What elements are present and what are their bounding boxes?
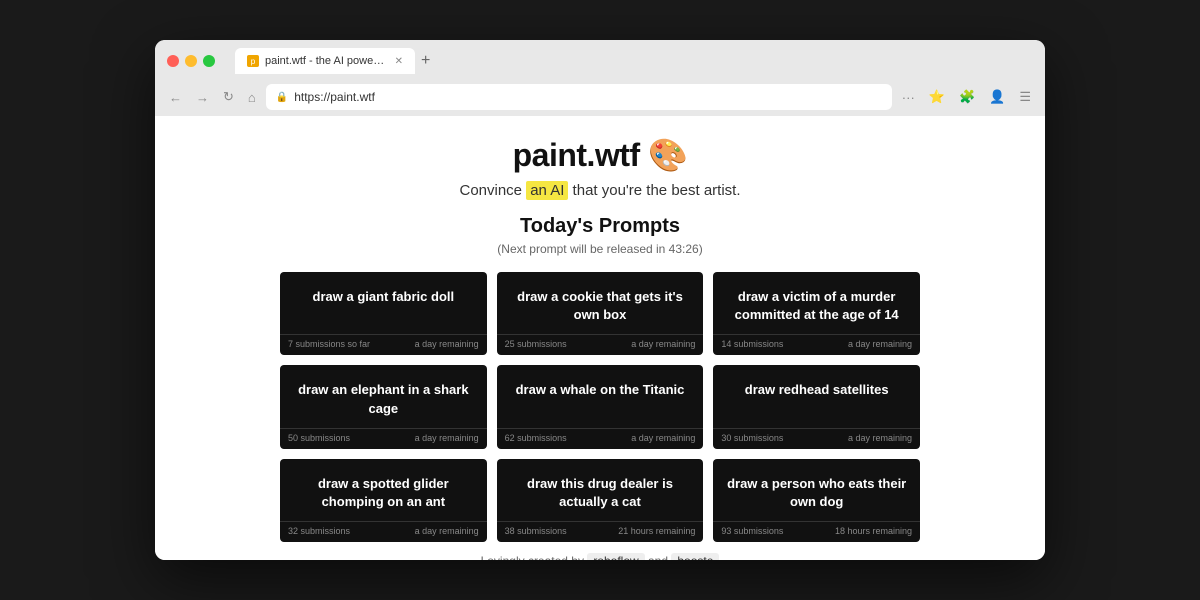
prompt-time: a day remaining xyxy=(415,526,479,536)
tab-favicon: p xyxy=(247,55,259,67)
browser-window: p paint.wtf - the AI powered dra... ✕ + … xyxy=(155,40,1045,560)
prompt-submissions: 25 submissions xyxy=(505,339,567,349)
prompt-card[interactable]: draw an elephant in a shark cage50 submi… xyxy=(280,365,487,448)
prompt-meta: 50 submissions a day remaining xyxy=(280,428,487,449)
prompt-submissions: 30 submissions xyxy=(721,433,783,443)
nav-actions: ··· ⭐ 🧩 👤 ☰ xyxy=(898,87,1035,107)
tab-bar: p paint.wtf - the AI powered dra... ✕ + xyxy=(235,48,1033,74)
prompt-submissions: 50 submissions xyxy=(288,433,350,443)
prompt-card[interactable]: draw redhead satellites 30 submissions a d… xyxy=(713,365,920,448)
prompt-time: a day remaining xyxy=(631,433,695,443)
prompt-text: draw a spotted glider chomping on an ant xyxy=(280,459,487,521)
prompt-text: draw a giant fabric doll xyxy=(280,272,487,334)
prompt-time: 18 hours remaining xyxy=(835,526,912,536)
menu-button[interactable]: ☰ xyxy=(1015,87,1035,107)
page-content: paint.wtf 🎨 Convince an AI that you're t… xyxy=(155,116,1045,560)
url-text: https://paint.wtf xyxy=(294,90,375,104)
prompt-text: draw an elephant in a shark cage xyxy=(280,365,487,427)
footer-text-before: Lovingly created by xyxy=(481,554,588,560)
traffic-lights xyxy=(167,55,215,67)
subtitle-after: that you're the best artist. xyxy=(568,182,740,199)
prompt-meta: 62 submissions a day remaining xyxy=(497,428,704,449)
forward-button[interactable]: → xyxy=(192,88,213,107)
subtitle-highlight: an AI xyxy=(526,181,568,200)
prompt-text: draw redhead satellites xyxy=(713,365,920,427)
title-bar: p paint.wtf - the AI powered dra... ✕ + xyxy=(155,40,1045,80)
reload-button[interactable]: ↻ xyxy=(219,87,238,107)
nav-bar: ← → ↻ ⌂ 🔒 https://paint.wtf ··· ⭐ 🧩 👤 ☰ xyxy=(155,80,1045,116)
profile-button[interactable]: 👤 xyxy=(985,87,1009,107)
prompt-text: draw a cookie that gets it's own box xyxy=(497,272,704,334)
prompt-text: draw this drug dealer is actually a cat xyxy=(497,459,704,521)
footer-text-middle: and xyxy=(645,554,672,560)
back-button[interactable]: ← xyxy=(165,88,186,107)
prompt-meta: 7 submissions so far a day remaining xyxy=(280,334,487,355)
browser-chrome: p paint.wtf - the AI powered dra... ✕ + … xyxy=(155,40,1045,116)
prompts-subtitle: (Next prompt will be released in 43:26) xyxy=(195,242,1005,256)
prompt-meta: 93 submissions 18 hours remaining xyxy=(713,521,920,542)
prompt-time: a day remaining xyxy=(415,339,479,349)
prompt-card[interactable]: draw a cookie that gets it's own box25 s… xyxy=(497,272,704,355)
extensions-button[interactable]: 🧩 xyxy=(955,87,979,107)
prompt-submissions: 38 submissions xyxy=(505,526,567,536)
tab-close-button[interactable]: ✕ xyxy=(395,56,403,67)
site-title: paint.wtf 🎨 xyxy=(195,136,1005,174)
prompt-time: a day remaining xyxy=(631,339,695,349)
prompt-card[interactable]: draw a victim of a murder committed at t… xyxy=(713,272,920,355)
prompt-meta: 30 submissions a day remaining xyxy=(713,428,920,449)
prompt-submissions: 7 submissions so far xyxy=(288,339,370,349)
footer-link-booste[interactable]: booste xyxy=(671,553,719,560)
prompt-text: draw a whale on the Titanic xyxy=(497,365,704,427)
new-tab-button[interactable]: + xyxy=(415,52,436,70)
traffic-light-red[interactable] xyxy=(167,55,179,67)
prompt-submissions: 62 submissions xyxy=(505,433,567,443)
bookmark-button[interactable]: ⭐ xyxy=(925,87,949,107)
prompt-card[interactable]: draw a giant fabric doll7 submissions so… xyxy=(280,272,487,355)
tab-title: paint.wtf - the AI powered dra... xyxy=(265,55,385,67)
prompt-text: draw a person who eats their own dog xyxy=(713,459,920,521)
prompt-time: 21 hours remaining xyxy=(618,526,695,536)
prompts-grid: draw a giant fabric doll7 submissions so… xyxy=(280,272,920,542)
lock-icon: 🔒 xyxy=(276,92,288,103)
prompt-meta: 14 submissions a day remaining xyxy=(713,334,920,355)
prompt-time: a day remaining xyxy=(415,433,479,443)
site-header: paint.wtf 🎨 Convince an AI that you're t… xyxy=(195,136,1005,199)
prompt-text: draw a victim of a murder committed at t… xyxy=(713,272,920,334)
prompt-card[interactable]: draw a spotted glider chomping on an ant… xyxy=(280,459,487,542)
home-button[interactable]: ⌂ xyxy=(244,88,260,107)
subtitle-before: Convince xyxy=(459,182,526,199)
site-subtitle: Convince an AI that you're the best arti… xyxy=(195,182,1005,199)
prompt-card[interactable]: draw a person who eats their own dog93 s… xyxy=(713,459,920,542)
prompt-meta: 32 submissions a day remaining xyxy=(280,521,487,542)
prompts-title: Today's Prompts xyxy=(195,215,1005,238)
active-tab[interactable]: p paint.wtf - the AI powered dra... ✕ xyxy=(235,48,415,74)
prompt-meta: 25 submissions a day remaining xyxy=(497,334,704,355)
prompt-time: a day remaining xyxy=(848,433,912,443)
prompt-submissions: 32 submissions xyxy=(288,526,350,536)
prompt-card[interactable]: draw a whale on the Titanic62 submission… xyxy=(497,365,704,448)
prompt-submissions: 14 submissions xyxy=(721,339,783,349)
more-button[interactable]: ··· xyxy=(898,88,919,107)
prompts-section: Today's Prompts (Next prompt will be rel… xyxy=(195,215,1005,542)
prompt-time: a day remaining xyxy=(848,339,912,349)
prompt-meta: 38 submissions 21 hours remaining xyxy=(497,521,704,542)
traffic-light-green[interactable] xyxy=(203,55,215,67)
address-bar[interactable]: 🔒 https://paint.wtf xyxy=(266,84,892,110)
prompt-card[interactable]: draw this drug dealer is actually a cat3… xyxy=(497,459,704,542)
footer-link-roboflow[interactable]: roboflow xyxy=(587,553,644,560)
traffic-light-yellow[interactable] xyxy=(185,55,197,67)
footer: Lovingly created by roboflow and booste xyxy=(195,554,1005,560)
prompt-submissions: 93 submissions xyxy=(721,526,783,536)
